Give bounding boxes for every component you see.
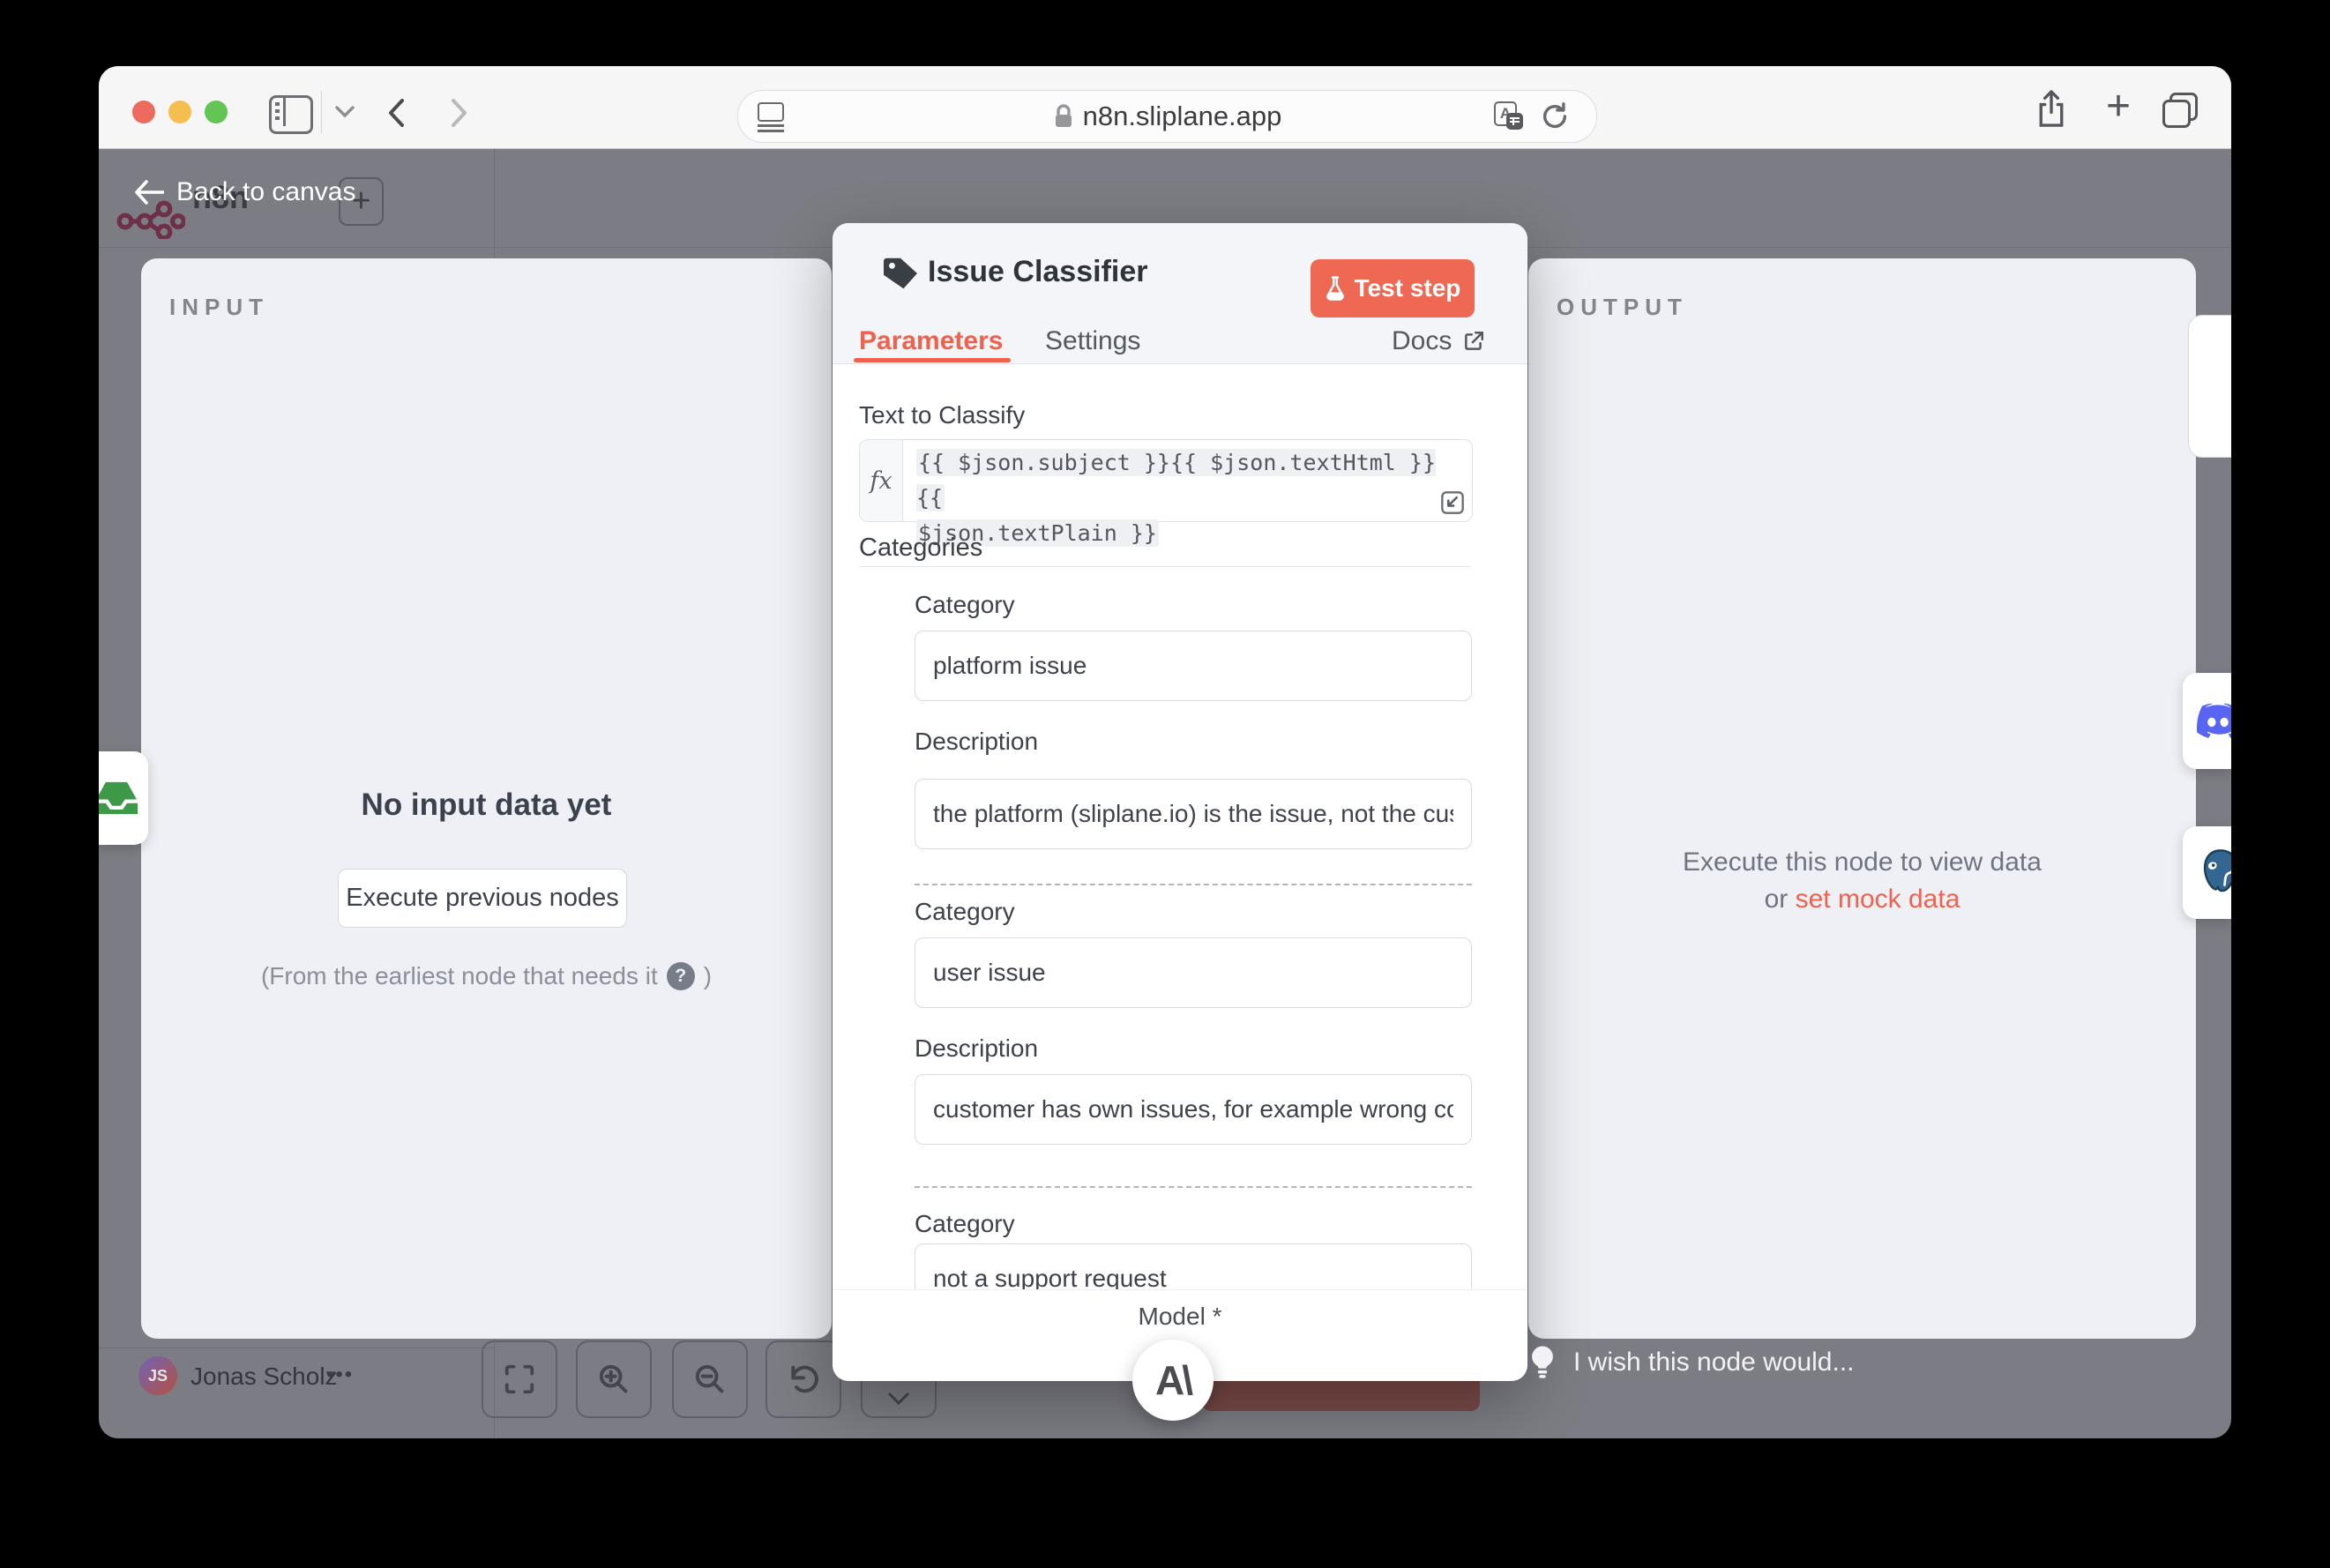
category-label: Category: [915, 897, 1015, 927]
inbox-icon: [99, 778, 142, 818]
output-panel: OUTPUT Execute this node to view data or…: [1528, 258, 2196, 1339]
description-label: Description: [915, 1034, 1038, 1064]
category-divider: [915, 1186, 1472, 1188]
toolbar-divider: [321, 91, 322, 133]
anthropic-model-node[interactable]: A\: [1132, 1340, 1214, 1421]
input-hint: (From the earliest node that needs it ? …: [141, 962, 832, 990]
back-icon[interactable]: [386, 98, 406, 128]
desktop: n8n.sliplane.app A + n: [0, 0, 2330, 1568]
expression-line-1: {{ $json.subject }}{{ $json.textHtml }}{…: [916, 449, 1436, 511]
back-arrow-icon: [134, 179, 164, 205]
chevron-down-small-icon: [887, 1392, 910, 1406]
docs-label: Docs: [1392, 326, 1452, 356]
active-tab-underline: [854, 358, 1011, 362]
undo-button-dimmed[interactable]: [765, 1340, 841, 1418]
flask-icon: [1325, 276, 1346, 301]
zoom-in-button-dimmed[interactable]: [576, 1340, 652, 1418]
set-mock-data-link[interactable]: set mock data: [1796, 885, 1960, 914]
discord-icon: [2195, 698, 2231, 743]
back-to-canvas-label: Back to canvas: [176, 177, 355, 207]
email-trigger-node-card[interactable]: [99, 751, 148, 845]
node-title[interactable]: Issue Classifier: [928, 255, 1147, 289]
chevron-down-icon[interactable]: [335, 105, 355, 119]
external-link-icon: [1462, 330, 1485, 353]
user-menu-ellipsis[interactable]: •••: [326, 1363, 354, 1387]
reload-icon[interactable]: [1540, 101, 1570, 131]
collapsed-panel-card[interactable]: [2188, 315, 2231, 458]
address-bar[interactable]: n8n.sliplane.app A: [737, 90, 1597, 143]
model-connection-label: Model *: [833, 1303, 1527, 1331]
fit-view-icon: [503, 1363, 536, 1396]
input-panel-header: INPUT: [169, 294, 269, 321]
input-hint-suffix: ): [704, 962, 712, 990]
categories-section-label: Categories: [859, 533, 982, 563]
tab-settings[interactable]: Settings: [1045, 326, 1140, 356]
zoom-out-icon: [692, 1362, 728, 1397]
anthropic-logo-icon: A\: [1155, 1356, 1191, 1404]
docs-link[interactable]: Docs: [1392, 326, 1485, 356]
help-icon[interactable]: ?: [667, 962, 695, 990]
input-panel: INPUT No input data yet Execute previous…: [141, 258, 832, 1339]
category-divider: [915, 884, 1472, 885]
category-input-2[interactable]: [915, 937, 1472, 1008]
category-label: Category: [915, 590, 1015, 620]
expression-input[interactable]: fx {{ $json.subject }}{{ $json.textHtml …: [859, 439, 1473, 522]
fx-icon: fx: [860, 440, 903, 521]
tab-parameters[interactable]: Parameters: [859, 326, 1003, 356]
tabs-overview-icon[interactable]: [2162, 93, 2198, 128]
undo-icon: [786, 1362, 821, 1397]
lightbulb-icon: [1529, 1345, 1556, 1380]
section-divider: [859, 566, 1471, 567]
url-text: n8n.sliplane.app: [1083, 101, 1282, 132]
modal-header: Issue Classifier Test step Parameters Se…: [833, 223, 1527, 364]
category-label: Category: [915, 1209, 1015, 1239]
input-hint-text: (From the earliest node that needs it: [261, 962, 658, 990]
zoom-in-icon: [596, 1362, 631, 1397]
browser-toolbar: n8n.sliplane.app A +: [99, 66, 2231, 149]
text-to-classify-label: Text to Classify: [859, 400, 1025, 430]
translate-icon[interactable]: A: [1494, 101, 1524, 131]
output-or-text: or: [1765, 885, 1789, 914]
reader-view-icon[interactable]: [758, 102, 784, 131]
category-input-1[interactable]: [915, 631, 1472, 701]
avatar[interactable]: JS: [138, 1356, 177, 1395]
description-label: Description: [915, 727, 1038, 757]
node-feedback-link[interactable]: I wish this node would...: [1529, 1345, 1855, 1380]
description-input-2[interactable]: [915, 1074, 1472, 1145]
test-step-label: Test step: [1355, 274, 1461, 302]
fit-view-button-dimmed[interactable]: [482, 1340, 557, 1418]
execute-previous-nodes-label: Execute previous nodes: [346, 884, 619, 913]
forward-icon[interactable]: [450, 98, 469, 128]
description-input-1[interactable]: [915, 779, 1472, 849]
test-step-button[interactable]: Test step: [1311, 259, 1475, 317]
traffic-minimize-button[interactable]: [168, 101, 191, 123]
output-empty-line2: or set mock data: [1528, 885, 2196, 915]
avatar-initials: JS: [148, 1367, 168, 1385]
share-icon[interactable]: [2035, 89, 2067, 128]
back-to-canvas-button[interactable]: Back to canvas: [134, 177, 355, 207]
discord-node-card[interactable]: [2183, 673, 2231, 769]
execute-previous-nodes-button[interactable]: Execute previous nodes: [338, 869, 627, 928]
parameters-body[interactable]: Text to Classify fx {{ $json.subject }}{…: [833, 363, 1527, 1289]
output-panel-header: OUTPUT: [1557, 294, 1688, 321]
traffic-zoom-button[interactable]: [205, 101, 228, 123]
zoom-out-button-dimmed[interactable]: [672, 1340, 748, 1418]
url-display[interactable]: n8n.sliplane.app: [1053, 101, 1282, 132]
expand-expression-icon[interactable]: [1440, 490, 1465, 515]
user-name: Jonas Scholz: [190, 1363, 338, 1391]
postgres-icon: [2197, 847, 2231, 897]
expression-code[interactable]: {{ $json.subject }}{{ $json.textHtml }}{…: [916, 445, 1445, 551]
new-tab-icon[interactable]: +: [2099, 89, 2138, 128]
sidebar-toggle-icon[interactable]: [269, 95, 313, 134]
node-settings-modal: Issue Classifier Test step Parameters Se…: [833, 223, 1527, 1380]
traffic-close-button[interactable]: [132, 101, 155, 123]
node-feedback-label: I wish this node would...: [1573, 1348, 1855, 1378]
browser-window: n8n.sliplane.app A + n: [99, 66, 2231, 1438]
lock-icon: [1053, 103, 1074, 130]
postgres-node-card[interactable]: [2183, 826, 2231, 919]
category-input-3[interactable]: [915, 1243, 1472, 1289]
input-empty-title: No input data yet: [141, 788, 832, 823]
output-empty-line1: Execute this node to view data: [1528, 847, 2196, 877]
tag-icon: [882, 257, 919, 290]
